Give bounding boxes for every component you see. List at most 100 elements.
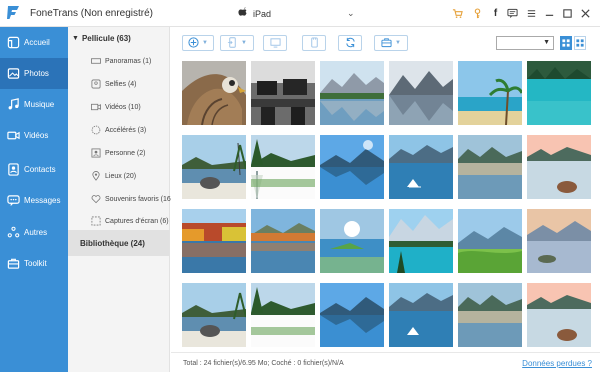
close-icon[interactable] xyxy=(579,7,592,20)
export-device-button[interactable]: ▼ xyxy=(220,35,254,51)
sidebar-item-toolkit[interactable]: Toolkit xyxy=(0,248,68,279)
photo-thumbnail-rocky-beach[interactable] xyxy=(182,135,246,199)
tree-item-videos[interactable]: Vidéos (10) xyxy=(90,100,141,114)
album-tree: ▼ Pellicule (63) Panoramas (1) Selfies (… xyxy=(68,27,171,372)
photo-thumbnail-blue-lake[interactable] xyxy=(389,135,453,199)
export-device-icon xyxy=(227,36,238,50)
sidebar-item-label: Vidéos xyxy=(24,131,49,140)
selfie-icon xyxy=(90,79,101,90)
sidebar-item-label: Photos xyxy=(24,69,49,78)
toolbox-button[interactable]: ▼ xyxy=(374,35,408,51)
add-button[interactable]: ▼ xyxy=(182,35,214,51)
export-pc-button[interactable] xyxy=(263,35,287,51)
photo-thumbnail-autumn-lake[interactable] xyxy=(182,209,246,273)
add-icon xyxy=(188,36,199,50)
photo-thumbnail-turquoise-lake[interactable] xyxy=(527,61,591,125)
photo-thumbnail-lake-mountains[interactable] xyxy=(320,61,384,125)
sidebar-item-contacts[interactable]: Contacts xyxy=(0,154,68,185)
photo-thumbnail-misty-lake[interactable] xyxy=(389,61,453,125)
photo-thumbnail-rock-water[interactable] xyxy=(527,135,591,199)
list-view-icon[interactable] xyxy=(574,36,586,50)
home-icon xyxy=(6,36,20,50)
photo-thumbnail-office[interactable] xyxy=(251,61,315,125)
sidebar-item-label: Toolkit xyxy=(24,259,47,268)
sidebar-item-videos[interactable]: Vidéos xyxy=(0,120,68,151)
refresh-button[interactable] xyxy=(338,35,362,51)
tree-item-label: Captures d'écran (6) xyxy=(105,217,169,225)
grid-view-icon[interactable] xyxy=(560,36,572,50)
photo-thumbnail-sunset-lake[interactable] xyxy=(458,135,522,199)
tree-item-selfies[interactable]: Selfies (4) xyxy=(90,77,137,91)
photo-thumbnail-rock-water-2[interactable] xyxy=(527,283,591,347)
filter-select[interactable]: ▼ xyxy=(496,36,554,50)
tree-item-lieux[interactable]: Lieux (20) xyxy=(90,169,136,183)
tree-item-captures[interactable]: Captures d'écran (6) xyxy=(90,214,169,228)
photo-thumbnail-rocky-beach-2[interactable] xyxy=(182,283,246,347)
delete-button[interactable] xyxy=(302,35,326,51)
photo-thumbnail-sunset-lake-2[interactable] xyxy=(458,283,522,347)
photo-thumbnail-green-island[interactable] xyxy=(320,209,384,273)
contacts-icon xyxy=(6,163,20,177)
cart-icon[interactable] xyxy=(451,7,464,20)
sidebar-item-photos[interactable]: Photos xyxy=(0,58,68,89)
tree-item-label: Souvenirs favoris (16 xyxy=(105,195,171,203)
tree-item-souvenirs[interactable]: Souvenirs favoris (16 xyxy=(90,192,171,206)
triangle-down-icon: ▼ xyxy=(72,35,79,42)
apple-icon xyxy=(238,7,247,20)
tree-header-label: Pellicule (63) xyxy=(81,34,131,43)
tree-item-label: Lieux (20) xyxy=(105,172,137,180)
photo-thumbnail-tree-lake-2[interactable] xyxy=(251,283,315,347)
sidebar-item-accueil[interactable]: Accueil xyxy=(0,27,68,58)
sidebar-item-musique[interactable]: Musique xyxy=(0,89,68,120)
photo-thumbnail-tree-lake[interactable] xyxy=(251,135,315,199)
menu-icon[interactable] xyxy=(525,7,538,20)
caret-down-icon: ▼ xyxy=(241,40,247,46)
photo-thumbnail-turquoise-mountain[interactable] xyxy=(389,209,453,273)
video-icon xyxy=(6,129,20,143)
triangle-down-icon: ▼ xyxy=(543,39,550,46)
photo-thumbnail-blue-lake-2[interactable] xyxy=(389,283,453,347)
photo-thumbnail-eagle[interactable] xyxy=(182,61,246,125)
lost-data-link[interactable]: Données perdues ? xyxy=(522,359,592,368)
sidebar-item-label: Messages xyxy=(24,196,61,205)
tree-item-label: Personne (2) xyxy=(105,149,146,157)
chevron-down-icon[interactable]: ⌄ xyxy=(347,8,355,19)
photo-thumbnail-green-hills[interactable] xyxy=(458,209,522,273)
photo-thumbnail-mirror-lake-3[interactable] xyxy=(320,283,384,347)
tree-header-pellicule[interactable]: ▼ Pellicule (63) xyxy=(72,34,131,43)
export-pc-icon xyxy=(269,37,281,50)
maximize-icon[interactable] xyxy=(561,7,574,20)
sidebar-item-messages[interactable]: Messages xyxy=(0,185,68,216)
tree-item-acceleres[interactable]: Accélérés (3) xyxy=(90,123,146,137)
photo-thumbnail-glowing-sky[interactable] xyxy=(527,209,591,273)
messages-icon xyxy=(6,194,20,208)
minimize-icon[interactable] xyxy=(543,7,556,20)
facebook-icon[interactable]: f xyxy=(489,7,502,20)
title-bar: FoneTrans (Non enregistré) iPad ⌄ f xyxy=(0,0,600,27)
caret-down-icon: ▼ xyxy=(202,40,208,46)
tree-item-panoramas[interactable]: Panoramas (1) xyxy=(90,54,151,68)
key-icon[interactable] xyxy=(471,7,484,20)
device-name: iPad xyxy=(253,8,272,19)
sidebar-item-autres[interactable]: Autres xyxy=(0,217,68,248)
video-icon xyxy=(90,102,101,113)
tree-item-label: Vidéos (10) xyxy=(105,103,141,111)
person-icon xyxy=(90,148,101,159)
delete-icon xyxy=(309,36,320,50)
caret-down-icon: ▼ xyxy=(395,40,401,46)
sidebar-item-label: Contacts xyxy=(24,165,56,174)
chat-icon[interactable] xyxy=(506,7,519,20)
device-selector[interactable]: iPad xyxy=(238,7,271,20)
photo-thumbnail-beach-palm[interactable] xyxy=(458,61,522,125)
status-footer: Total : 24 fichier(s)/6.95 Mo; Coché : 0… xyxy=(171,352,600,372)
location-icon xyxy=(90,171,101,182)
photo-thumbnail-mirror-lake-2[interactable] xyxy=(251,209,315,273)
tree-item-label: Selfies (4) xyxy=(105,80,137,88)
sidebar-item-label: Accueil xyxy=(24,38,50,47)
tree-item-personne[interactable]: Personne (2) xyxy=(90,146,145,160)
panorama-icon xyxy=(90,56,101,67)
app-title: FoneTrans (Non enregistré) xyxy=(30,8,154,19)
photo-thumbnail-mirror-lake[interactable] xyxy=(320,135,384,199)
music-icon xyxy=(6,98,20,112)
tree-item-bibliotheque[interactable]: Bibliothèque (24) xyxy=(68,230,169,256)
